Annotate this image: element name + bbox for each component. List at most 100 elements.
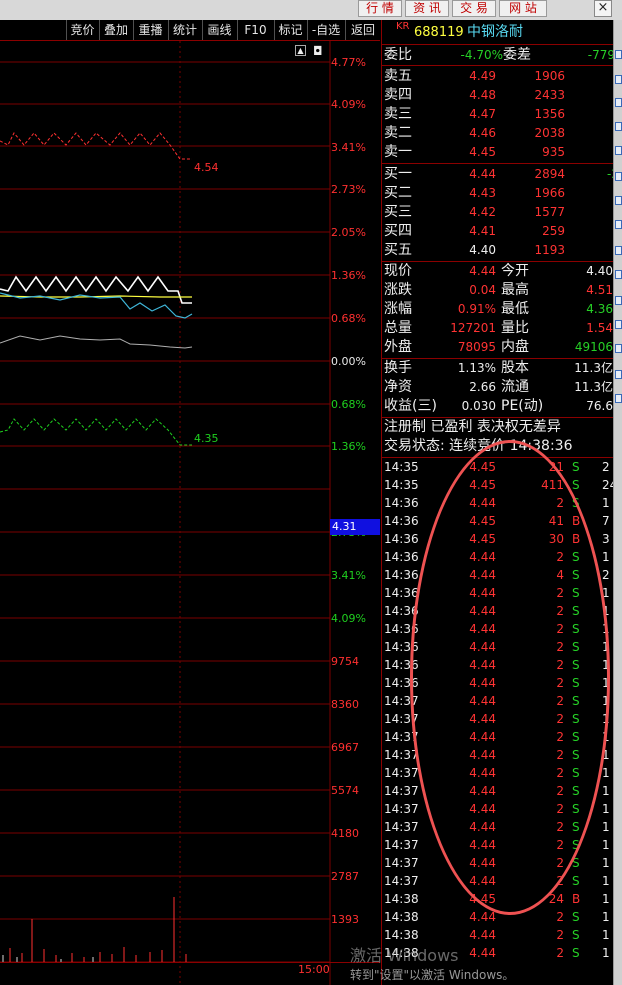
- sell-label: 卖二: [384, 125, 412, 141]
- fundamental-value: 2.66: [469, 380, 496, 394]
- sell-label: 卖四: [384, 87, 412, 103]
- stock-tags: 注册制 已盈利 表决权无差异: [382, 418, 622, 437]
- buy-row[interactable]: 买二 4.43 1966: [382, 184, 622, 203]
- side-tool-icon[interactable]: [615, 146, 622, 155]
- tags-text: 注册制 已盈利 表决权无差异: [384, 419, 561, 435]
- sell-row[interactable]: 卖二 4.46 2038: [382, 124, 622, 143]
- side-tool-icon[interactable]: [615, 172, 622, 181]
- toolbar-overlay-button[interactable]: 叠加: [99, 20, 132, 40]
- toolbar-f10-button[interactable]: F10: [237, 20, 273, 40]
- ratio-value: -4.70%: [460, 48, 503, 62]
- side-tool-icon[interactable]: [615, 246, 622, 255]
- buy-label: 买四: [384, 223, 412, 239]
- toolbar-watchlist-button[interactable]: -自选: [307, 20, 344, 40]
- tick-time: 14:37: [384, 802, 419, 816]
- nav-quotes-button[interactable]: 行 情: [358, 0, 402, 17]
- tick-price: 4.44: [469, 946, 496, 960]
- tick-direction: S: [572, 478, 580, 492]
- buy-row[interactable]: 买一 4.44 2894 -2: [382, 165, 622, 184]
- annotation-oval: [410, 440, 610, 915]
- tick-time: 14:36: [384, 568, 419, 582]
- sell-volume: 2038: [534, 126, 565, 140]
- quote-value: 4.40: [586, 264, 613, 278]
- up-arrow-icon[interactable]: ▲: [295, 45, 306, 56]
- fundamental-label: PE(动): [501, 398, 544, 414]
- tick-count: 1: [602, 910, 610, 924]
- chart-settings-icon[interactable]: ◘: [313, 44, 323, 58]
- side-tool-icon[interactable]: [615, 98, 622, 107]
- tick-time: 14:37: [384, 838, 419, 852]
- side-tool-icon[interactable]: [615, 320, 622, 329]
- side-tool-icon[interactable]: [615, 296, 622, 305]
- chart-gridlines: [0, 41, 331, 985]
- buy-price: 4.43: [469, 186, 496, 200]
- tick-direction: S: [572, 910, 580, 924]
- tick-direction: S: [572, 874, 580, 888]
- sell-price: 4.46: [469, 126, 496, 140]
- tick-direction: B: [572, 892, 581, 906]
- tick-time: 14:35: [384, 478, 419, 492]
- quote-label: 总量: [384, 320, 412, 336]
- tick-count: 1: [602, 838, 610, 852]
- toolbar-replay-button[interactable]: 重播: [133, 20, 167, 40]
- fundamental-row: 净资 2.66 流通 11.3亿: [382, 378, 622, 397]
- stock-header: KR 688119 中钢洛耐: [382, 20, 622, 45]
- side-tool-icon[interactable]: [615, 50, 622, 59]
- activation-watermark-hint: 转到"设置"以激活 Windows。: [350, 968, 515, 982]
- side-tool-icon[interactable]: [615, 394, 622, 403]
- tick-time: 14:38: [384, 910, 419, 924]
- side-tool-icon[interactable]: [615, 270, 622, 279]
- quote-label: 涨幅: [384, 301, 412, 317]
- fundamental-label: 流通: [501, 379, 529, 395]
- vol-label: 2787: [331, 870, 359, 883]
- fundamental-row: 收益(三) 0.030 PE(动) 76.6: [382, 397, 622, 416]
- tick-count: 2: [602, 460, 610, 474]
- sell-row[interactable]: 卖一 4.45 935: [382, 143, 622, 162]
- pct-label: 1.36%: [331, 269, 366, 282]
- sell-price: 4.49: [469, 69, 496, 83]
- volume-ratio-line: [0, 335, 193, 349]
- buy-row[interactable]: 买五 4.40 1193: [382, 241, 622, 260]
- activation-watermark: 激活 Windows: [350, 946, 459, 965]
- buy-label: 买二: [384, 185, 412, 201]
- quote-label: 外盘: [384, 339, 412, 355]
- buy-row[interactable]: 买四 4.41 259: [382, 222, 622, 241]
- side-tool-icon[interactable]: [615, 196, 622, 205]
- pct-label: 2.05%: [331, 226, 366, 239]
- nav-site-button[interactable]: 网 站: [499, 0, 547, 17]
- close-icon[interactable]: ×: [594, 0, 612, 17]
- buy-label: 买一: [384, 166, 412, 182]
- toolbar-draw-button[interactable]: 画线: [202, 20, 236, 40]
- side-tool-icon[interactable]: [615, 122, 622, 131]
- tick-time: 14:36: [384, 532, 419, 546]
- tick-direction: S: [572, 928, 580, 942]
- sell-label: 卖一: [384, 144, 412, 160]
- toolbar-stats-button[interactable]: 统计: [168, 20, 201, 40]
- sell-row[interactable]: 卖四 4.48 2433: [382, 86, 622, 105]
- side-tool-icon[interactable]: [615, 370, 622, 379]
- trading-window: { "top_nav":["行 情","资 讯","交 易","网 站"], "…: [0, 0, 622, 985]
- toolbar-back-button[interactable]: 返回: [345, 20, 380, 40]
- sell-row[interactable]: 卖三 4.47 1356: [382, 105, 622, 124]
- intraday-chart[interactable]: ▲ ◘ 4.77% 4.09% 3.41% 2.73% 2.05% 1.36% …: [0, 41, 380, 985]
- tick-time: 14:37: [384, 874, 419, 888]
- quote-value: 78095: [457, 340, 496, 354]
- side-tool-icon[interactable]: [615, 344, 622, 353]
- nav-news-button[interactable]: 资 讯: [405, 0, 449, 17]
- buy-volume: 2894: [534, 167, 565, 181]
- sell-row[interactable]: 卖五 4.49 1906: [382, 67, 622, 86]
- fundamental-label: 股本: [501, 360, 529, 376]
- tick-direction: S: [572, 460, 580, 474]
- tick-time: 14:38: [384, 892, 419, 906]
- chart-canvas: [0, 41, 331, 985]
- side-tool-icon[interactable]: [615, 220, 622, 229]
- fundamental-value: 11.3亿: [574, 380, 613, 394]
- quote-value: 127201: [450, 321, 496, 335]
- toolbar-auction-button[interactable]: 竞价: [66, 20, 98, 40]
- diff-value: -779: [587, 48, 615, 62]
- tick-count: 2: [602, 568, 610, 582]
- toolbar-mark-button[interactable]: 标记: [274, 20, 306, 40]
- side-tool-icon[interactable]: [615, 75, 622, 84]
- buy-row[interactable]: 买三 4.42 1577: [382, 203, 622, 222]
- nav-trade-button[interactable]: 交 易: [452, 0, 496, 17]
